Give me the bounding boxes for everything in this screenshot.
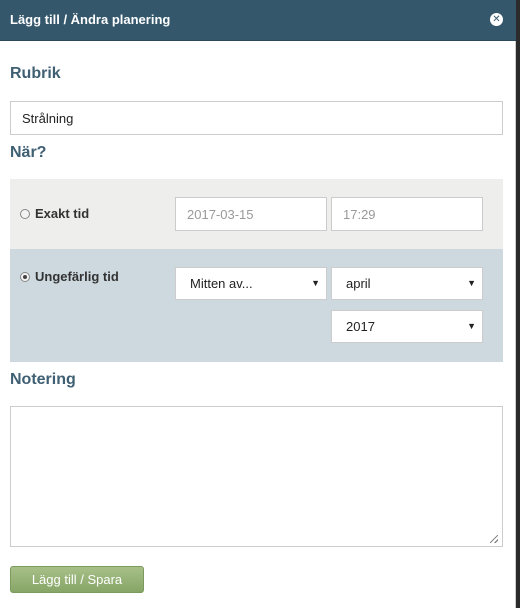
qualifier-select-value: Mitten av... xyxy=(190,276,253,291)
chevron-down-icon: ▼ xyxy=(311,278,320,288)
exact-time-option[interactable]: Exakt tid xyxy=(20,206,89,221)
year-select-value: 2017 xyxy=(346,319,375,334)
resize-grip-icon[interactable] xyxy=(490,535,498,543)
approx-time-option[interactable]: Ungefärlig tid xyxy=(20,269,119,284)
rubrik-input[interactable] xyxy=(10,101,503,135)
when-heading: När? xyxy=(10,144,47,161)
dialog-title: Lägg till / Ändra planering xyxy=(10,12,171,27)
planning-dialog: Lägg till / Ändra planering ✕ Rubrik När… xyxy=(0,0,516,608)
approx-time-radio[interactable] xyxy=(20,271,30,282)
exact-date-input[interactable] xyxy=(175,197,327,231)
year-select[interactable]: 2017 ▼ xyxy=(331,310,483,343)
month-select[interactable]: april ▼ xyxy=(331,267,483,300)
chevron-down-icon: ▼ xyxy=(467,278,476,288)
submit-button[interactable]: Lägg till / Spara xyxy=(10,566,144,593)
approx-time-panel: Ungefärlig tid Mitten av... ▼ april ▼ 20… xyxy=(10,249,503,362)
rubrik-heading: Rubrik xyxy=(10,65,61,82)
notes-heading: Notering xyxy=(10,371,76,388)
qualifier-select[interactable]: Mitten av... ▼ xyxy=(175,267,327,300)
approx-time-label: Ungefärlig tid xyxy=(35,269,119,284)
dialog-titlebar: Lägg till / Ändra planering ✕ xyxy=(0,0,516,41)
month-select-value: april xyxy=(346,276,371,291)
exact-time-input[interactable] xyxy=(331,197,483,231)
exact-time-label: Exakt tid xyxy=(35,206,90,221)
notes-textarea[interactable] xyxy=(10,406,503,547)
chevron-down-icon: ▼ xyxy=(467,321,476,331)
close-icon[interactable]: ✕ xyxy=(490,13,503,26)
exact-time-panel: Exakt tid xyxy=(10,179,503,249)
exact-time-radio[interactable] xyxy=(20,208,30,219)
